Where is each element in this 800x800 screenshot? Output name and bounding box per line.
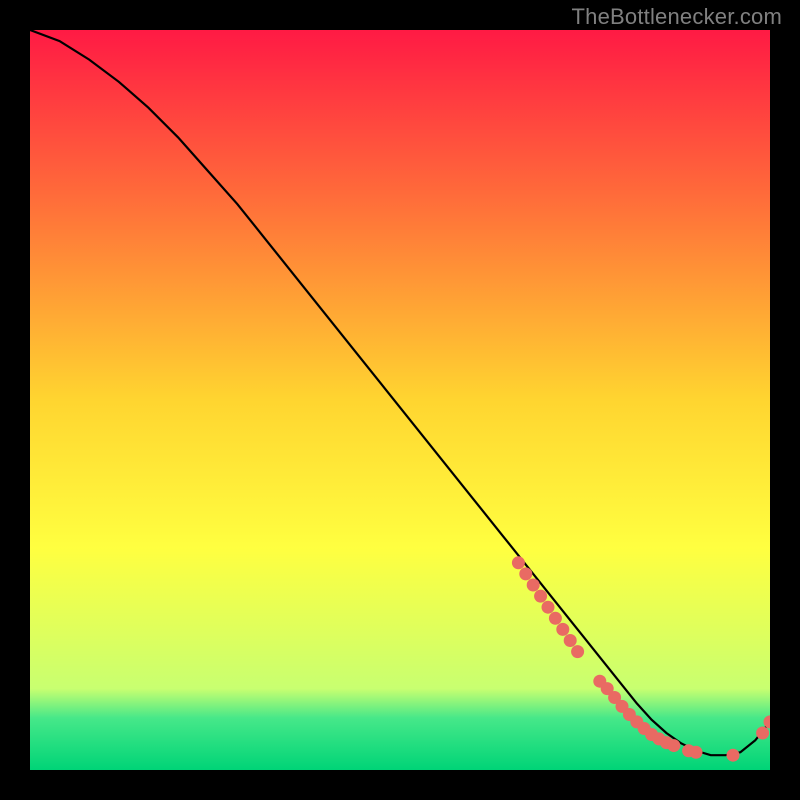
data-point xyxy=(534,590,547,603)
data-point xyxy=(527,579,540,592)
bottleneck-curve-chart xyxy=(30,30,770,770)
data-point xyxy=(571,645,584,658)
data-point xyxy=(564,634,577,647)
data-point xyxy=(556,623,569,636)
data-point xyxy=(512,556,525,569)
attribution-text: TheBottlenecker.com xyxy=(572,4,782,30)
data-point xyxy=(690,746,703,759)
data-point xyxy=(667,739,680,752)
data-point xyxy=(549,612,562,625)
data-point xyxy=(756,727,769,740)
data-point xyxy=(542,601,555,614)
gradient-background xyxy=(30,30,770,770)
data-point xyxy=(519,567,532,580)
data-point xyxy=(727,749,740,762)
chart-area xyxy=(30,30,770,770)
